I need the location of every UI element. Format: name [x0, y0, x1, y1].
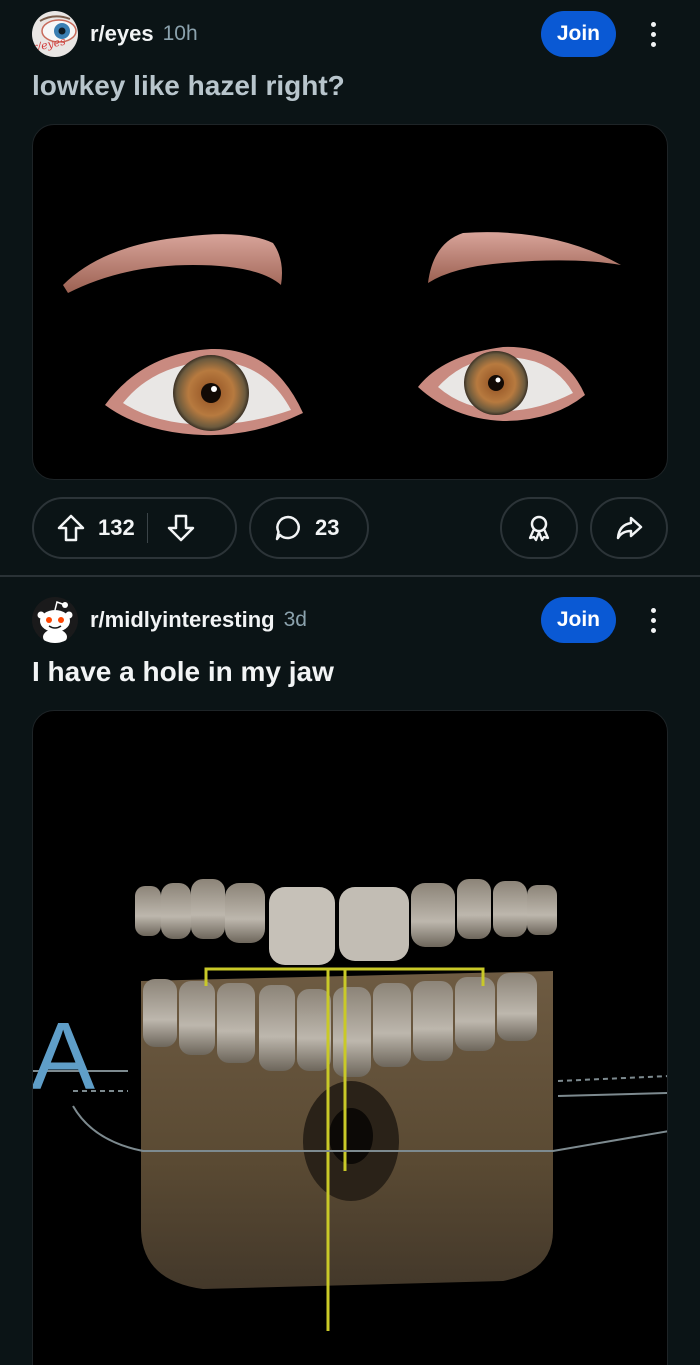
post-header: r/midlyinteresting 3d Join: [32, 595, 670, 645]
post-timestamp: 3d: [283, 608, 307, 631]
more-options-icon[interactable]: [636, 597, 670, 643]
join-button[interactable]: Join: [540, 597, 616, 643]
subreddit-name[interactable]: r/midlyinteresting: [90, 607, 275, 633]
post-title[interactable]: I have a hole in my jaw: [32, 656, 334, 688]
post-image[interactable]: A: [32, 710, 668, 1365]
scan-orientation-label: A: [33, 1003, 95, 1110]
snoo-icon: [32, 597, 78, 643]
post-card[interactable]: r/midlyinteresting 3d Join I have a hole…: [0, 0, 700, 1365]
subreddit-avatar[interactable]: [32, 597, 78, 643]
jaw-scan-illustration: A: [33, 879, 667, 1331]
